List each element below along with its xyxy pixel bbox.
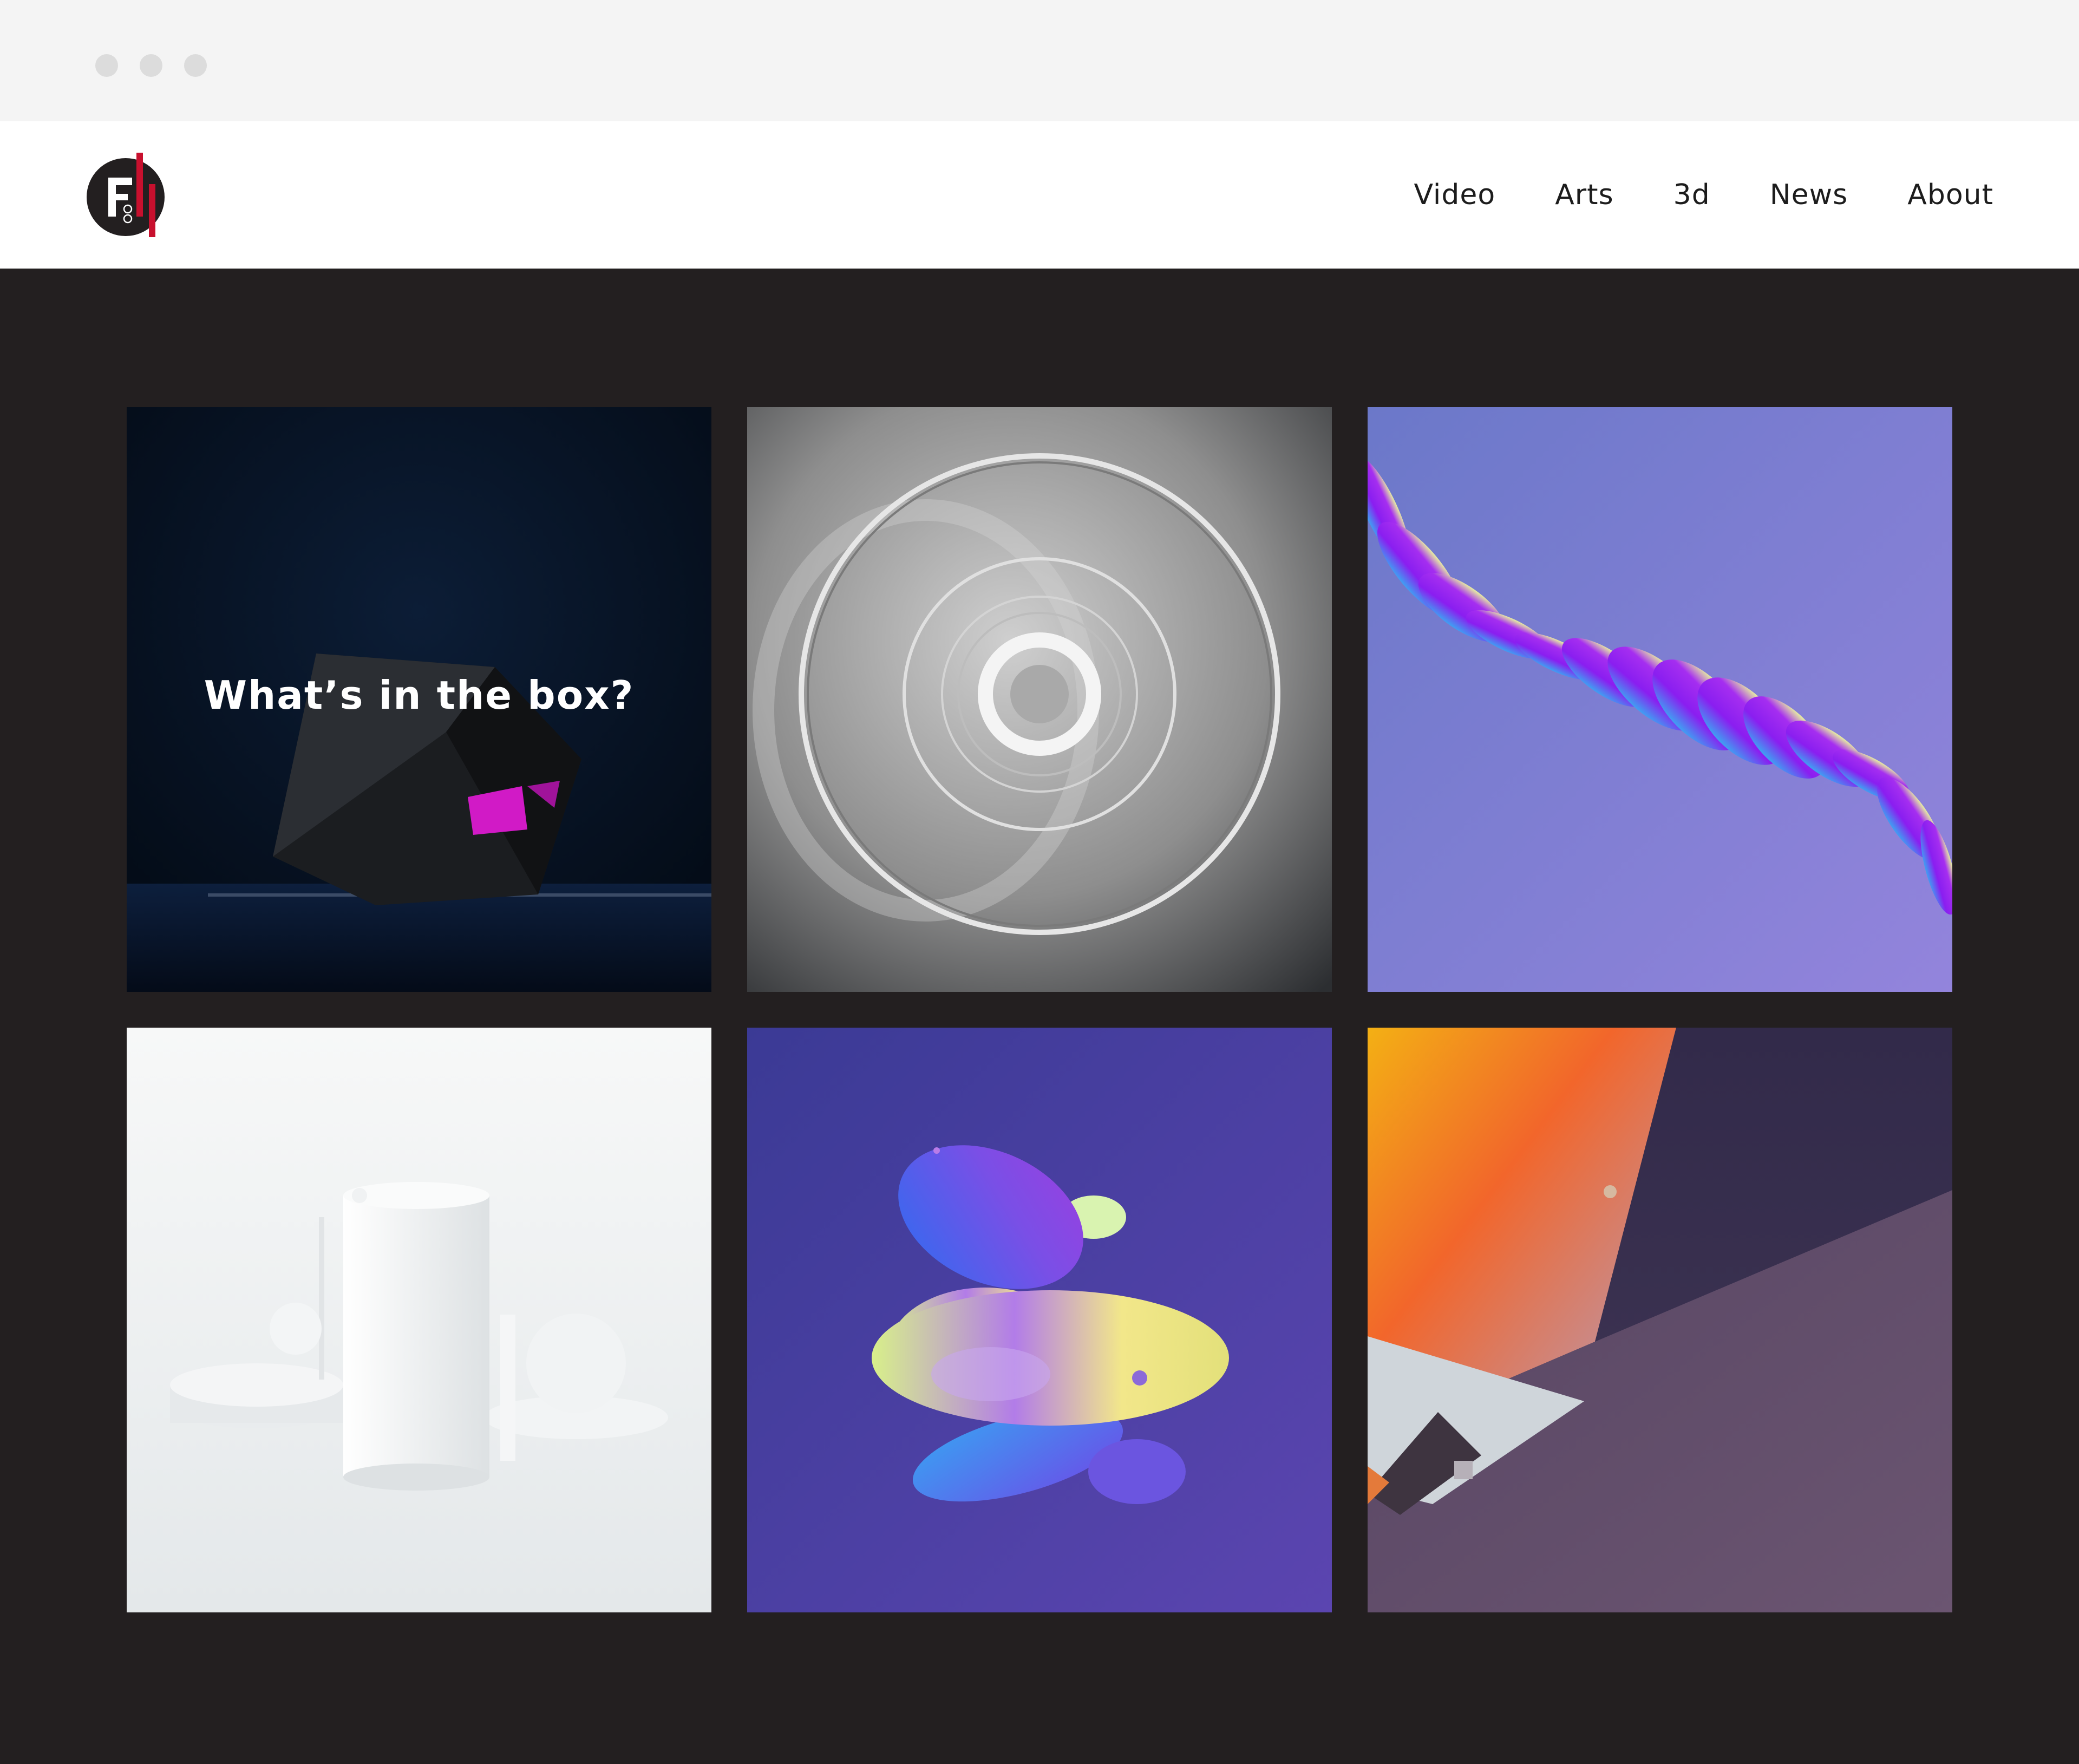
logo-mark: [87, 153, 165, 237]
site-header: Video Arts 3d News About: [0, 121, 2079, 269]
site-logo[interactable]: [86, 153, 170, 237]
planes-artwork: [1368, 1028, 1952, 1612]
nav-3d[interactable]: 3d: [1673, 179, 1710, 211]
window-minimize-dot[interactable]: [140, 54, 162, 77]
window-close-dot[interactable]: [95, 54, 118, 77]
main-nav: Video Arts 3d News About: [1414, 121, 1994, 269]
gallery-tile-planes[interactable]: [1368, 1028, 1952, 1612]
nav-about[interactable]: About: [1907, 179, 1993, 211]
gallery-tile-ribbon[interactable]: [1368, 407, 1952, 992]
cylinders-artwork: [127, 1028, 711, 1612]
nav-arts[interactable]: Arts: [1555, 179, 1613, 211]
tile-caption: What’s in the box?: [204, 672, 635, 718]
gallery-tile-discs[interactable]: [747, 1028, 1332, 1612]
discs-artwork: [747, 1028, 1332, 1612]
rings-artwork: [747, 407, 1332, 992]
browser-chrome: [0, 0, 2079, 121]
nav-video[interactable]: Video: [1414, 179, 1496, 211]
ribbon-artwork: [1368, 407, 1952, 992]
gallery-tile-box[interactable]: What’s in the box?: [127, 407, 711, 992]
window-maximize-dot[interactable]: [184, 54, 207, 77]
gallery-tile-rings[interactable]: [747, 407, 1332, 992]
gallery-tile-cylinders[interactable]: [127, 1028, 711, 1612]
nav-news[interactable]: News: [1770, 179, 1848, 211]
